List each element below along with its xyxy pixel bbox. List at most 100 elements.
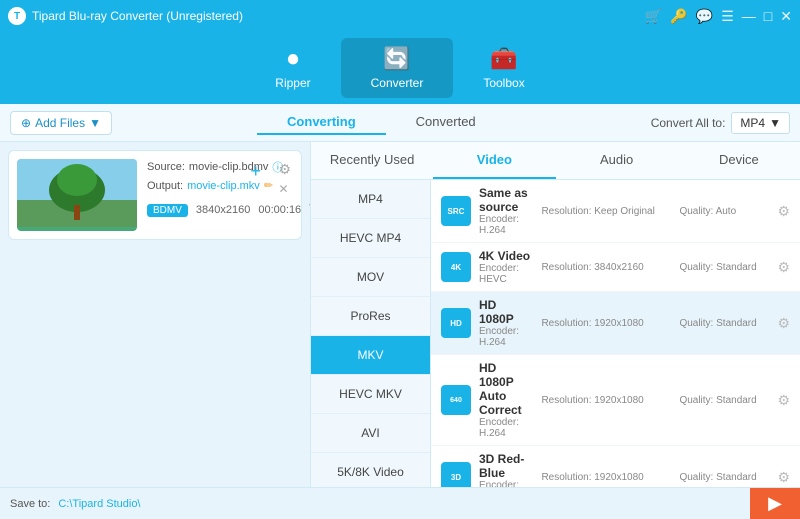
format-resolution-src: Resolution: Keep Original: [541, 206, 671, 217]
format-detail-src: Same as source Encoder: H.264: [479, 186, 533, 236]
app-logo: T: [8, 7, 26, 25]
main-content: Source: movie-clip.bdmv ⓘ Output: movie-…: [0, 142, 800, 519]
format-detail-hd1080: HD 1080P Encoder: H.264: [479, 298, 533, 348]
convert-all-section: Convert All to: MP4 ▼: [651, 112, 790, 134]
add-files-label: Add Files: [35, 116, 85, 130]
sidebar-item-prores[interactable]: ProRes: [311, 297, 430, 336]
file-settings-icon[interactable]: ⚙: [278, 161, 291, 178]
format-item-4k[interactable]: 4K 4K Video Encoder: HEVC Resolution: 38…: [431, 243, 800, 292]
bottom-bar: Save to: C:\Tipard Studio\ ▶: [0, 487, 800, 519]
sidebar-item-mov[interactable]: MOV: [311, 258, 430, 297]
close-icon[interactable]: ✕: [780, 8, 792, 25]
mode-tabs: Converting Converted: [112, 110, 651, 135]
format-item-same-as-source[interactable]: SRC Same as source Encoder: H.264 Resolu…: [431, 180, 800, 243]
sidebar-item-hevc-mkv[interactable]: HEVC MKV: [311, 375, 430, 414]
format-quality-3d-rb: Quality: Standard: [679, 472, 769, 483]
format-resolution-4k: Resolution: 3840x2160: [541, 262, 671, 273]
dropdown-icon: ▼: [89, 116, 101, 130]
window-controls[interactable]: 🛒 🔑 💬 ☰ — □ ✕: [645, 8, 792, 25]
maximize-icon[interactable]: □: [764, 8, 772, 25]
converter-icon: 🔄: [383, 46, 410, 72]
tab-audio[interactable]: Audio: [556, 142, 678, 179]
edit-output-icon[interactable]: ✏: [264, 179, 273, 192]
toolbar: ⊕ Add Files ▼ Converting Converted Conve…: [0, 104, 800, 142]
format-quality-4k: Quality: Standard: [679, 262, 769, 273]
tab-recently-used[interactable]: Recently Used: [311, 142, 433, 179]
gear-icon-hd1080[interactable]: ⚙: [777, 315, 790, 332]
sidebar-item-avi[interactable]: AVI: [311, 414, 430, 453]
badge-src: SRC: [441, 196, 471, 226]
format-name-hd1080: HD 1080P: [479, 298, 533, 326]
format-resolution-hd1080: Resolution: 1920x1080: [541, 318, 671, 329]
nav-label-ripper: Ripper: [275, 76, 310, 90]
sidebar-item-hevc-mp4[interactable]: HEVC MP4: [311, 219, 430, 258]
format-desc-4k: Encoder: HEVC: [479, 263, 533, 285]
sidebar-item-mp4[interactable]: MP4: [311, 180, 430, 219]
sidebar-item-mkv[interactable]: MKV: [311, 336, 430, 375]
format-value: MP4: [740, 116, 765, 130]
format-badge: BDMV: [147, 204, 188, 217]
format-detail-4k: 4K Video Encoder: HEVC: [479, 249, 533, 285]
title-bar: T Tipard Blu-ray Converter (Unregistered…: [0, 0, 800, 32]
tab-converting[interactable]: Converting: [257, 110, 386, 135]
format-resolution-hd1080auto: Resolution: 1920x1080: [541, 395, 671, 406]
format-tabs: Recently Used Video Audio Device: [311, 142, 800, 180]
nav-item-converter[interactable]: 🔄 Converter: [341, 38, 454, 98]
file-item: Source: movie-clip.bdmv ⓘ Output: movie-…: [8, 150, 302, 240]
app-title: Tipard Blu-ray Converter (Unregistered): [32, 9, 645, 23]
tab-video[interactable]: Video: [433, 142, 555, 179]
add-output-icon[interactable]: +: [250, 161, 261, 182]
format-item-hd1080p[interactable]: HD HD 1080P Encoder: H.264 Resolution: 1…: [431, 292, 800, 355]
nav-bar: ⏺ Ripper 🔄 Converter 🧰 Toolbox: [0, 32, 800, 104]
format-desc-hd1080auto: Encoder: H.264: [479, 417, 533, 439]
minimize-icon[interactable]: —: [742, 8, 756, 25]
menu-icon[interactable]: ☰: [721, 8, 734, 25]
format-quality-hd1080: Quality: Standard: [679, 318, 769, 329]
format-name-4k: 4K Video: [479, 249, 533, 263]
format-item-hd1080p-auto[interactable]: 640 HD 1080P Auto Correct Encoder: H.264…: [431, 355, 800, 446]
nav-item-ripper[interactable]: ⏺ Ripper: [245, 38, 340, 98]
nav-item-toolbox[interactable]: 🧰 Toolbox: [453, 38, 554, 98]
gear-icon-3d-rb[interactable]: ⚙: [777, 469, 790, 486]
convert-button[interactable]: ▶: [750, 488, 800, 519]
gear-icon-src[interactable]: ⚙: [777, 203, 790, 220]
shop-icon[interactable]: 🛒: [645, 8, 662, 25]
format-name-src: Same as source: [479, 186, 533, 214]
badge-4k: 4K: [441, 252, 471, 282]
tab-device[interactable]: Device: [678, 142, 800, 179]
add-files-button[interactable]: ⊕ Add Files ▼: [10, 111, 112, 135]
format-detail-hd1080auto: HD 1080P Auto Correct Encoder: H.264: [479, 361, 533, 439]
output-filename[interactable]: movie-clip.mkv: [187, 180, 260, 192]
gear-icon-4k[interactable]: ⚙: [777, 259, 790, 276]
convert-arrow-icon: ▶: [768, 493, 782, 514]
format-name-hd1080auto: HD 1080P Auto Correct: [479, 361, 533, 417]
format-quality-hd1080auto: Quality: Standard: [679, 395, 769, 406]
key-icon[interactable]: 🔑: [670, 8, 687, 25]
format-list: SRC Same as source Encoder: H.264 Resolu…: [431, 180, 800, 519]
format-dropdown-icon: ▼: [769, 116, 781, 130]
convert-all-label: Convert All to:: [651, 116, 726, 130]
format-desc-hd1080: Encoder: H.264: [479, 326, 533, 348]
nav-label-converter: Converter: [371, 76, 424, 90]
file-thumbnail: [17, 159, 137, 231]
format-select[interactable]: MP4 ▼: [731, 112, 790, 134]
save-path[interactable]: C:\Tipard Studio\: [58, 498, 140, 510]
save-to-label: Save to:: [10, 498, 50, 510]
badge-hd1080: HD: [441, 308, 471, 338]
file-remove-icon[interactable]: ✕: [278, 182, 291, 196]
gear-icon-hd1080auto[interactable]: ⚙: [777, 392, 790, 409]
format-desc-src: Encoder: H.264: [479, 214, 533, 236]
ripper-icon: ⏺: [287, 46, 298, 72]
source-duration: 00:00:16: [258, 204, 301, 216]
add-icon: ⊕: [21, 116, 31, 130]
toolbox-icon: 🧰: [490, 46, 517, 72]
tab-converted[interactable]: Converted: [386, 110, 506, 135]
output-label: Output:: [147, 180, 183, 192]
source-resolution: 3840x2160: [196, 204, 250, 216]
nav-label-toolbox: Toolbox: [483, 76, 524, 90]
format-resolution-3d-rb: Resolution: 1920x1080: [541, 472, 671, 483]
file-list-area: Source: movie-clip.bdmv ⓘ Output: movie-…: [0, 142, 310, 519]
source-label: Source:: [147, 161, 185, 173]
thumbnail-image: [17, 159, 137, 231]
chat-icon[interactable]: 💬: [696, 8, 713, 25]
